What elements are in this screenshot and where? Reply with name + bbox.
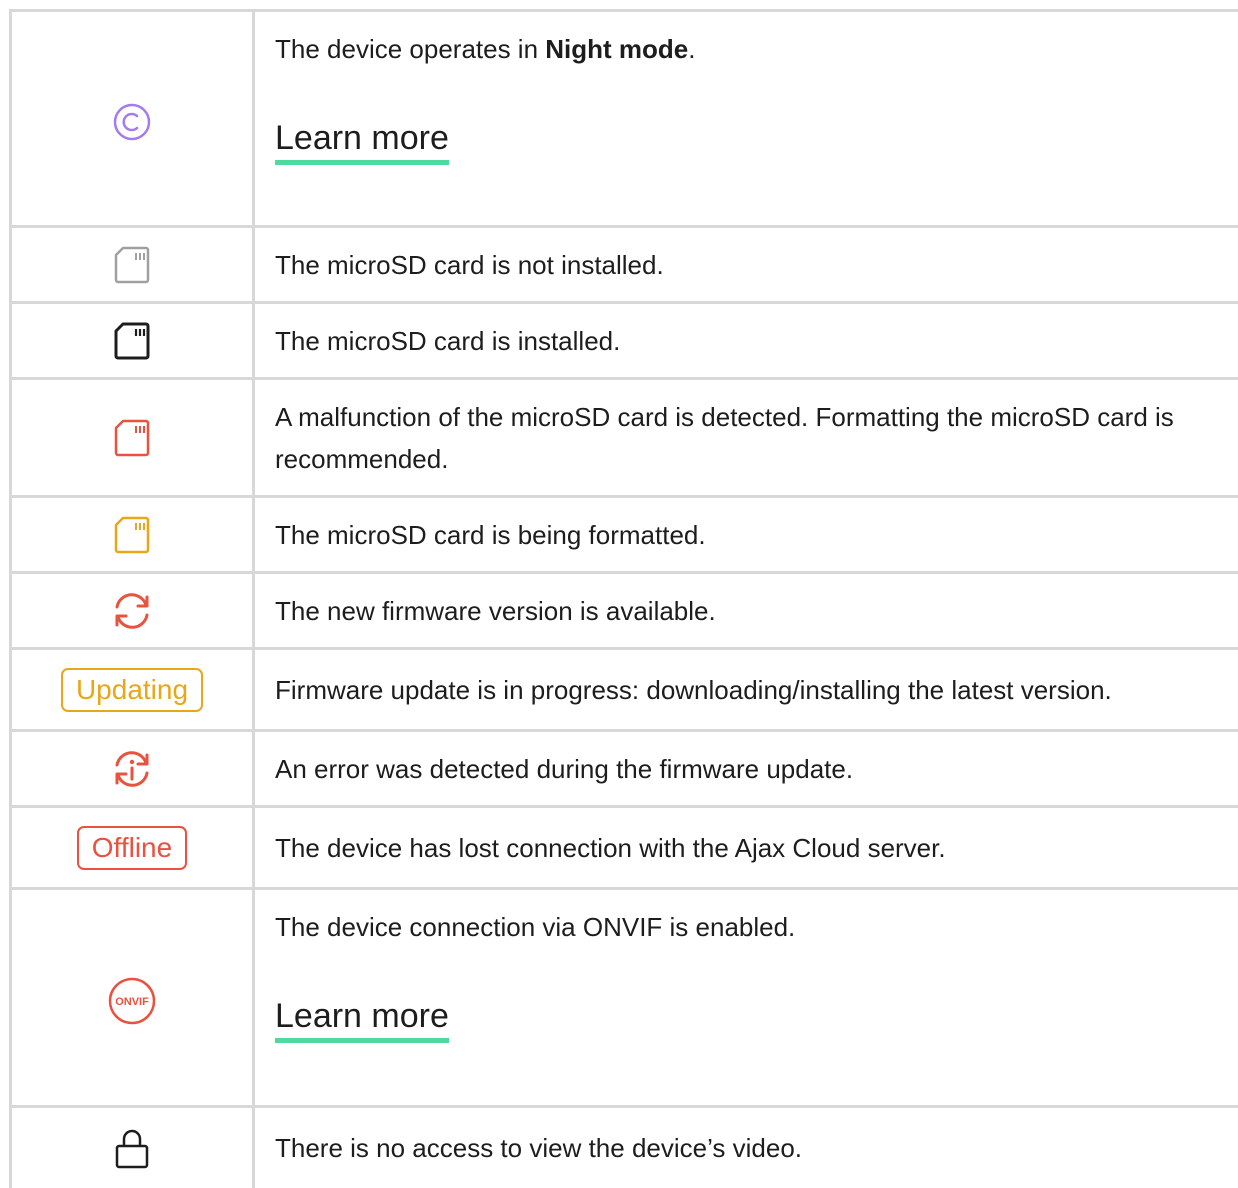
microsd-formatting-icon [112, 515, 152, 555]
description-cell: The new firmware version is available. [255, 574, 1238, 647]
description-cell: The microSD card is installed. [255, 304, 1238, 377]
learn-more-link[interactable]: Learn more [275, 118, 449, 165]
onvif-icon: ONVIF [107, 976, 157, 1026]
status-icons-table: The device operates in Night mode. Learn… [9, 9, 1238, 1188]
icon-cell [12, 732, 255, 805]
description-text: Firmware update is in progress: download… [275, 674, 1112, 705]
table-row: There is no access to view the device’s … [9, 1108, 1238, 1188]
firmware-error-icon [110, 747, 154, 791]
icon-cell [12, 304, 255, 377]
table-row: An error was detected during the firmwar… [9, 732, 1238, 808]
lock-icon [112, 1126, 152, 1170]
learn-more-link[interactable]: Learn more [275, 996, 449, 1043]
icon-cell [12, 12, 255, 225]
table-row: Offline The device has lost connection w… [9, 808, 1238, 890]
description-cell: A malfunction of the microSD card is det… [255, 380, 1238, 495]
icon-cell: Offline [12, 808, 255, 887]
description-cell: The microSD card is not installed. [255, 228, 1238, 301]
icon-cell [12, 228, 255, 301]
microsd-not-installed-icon [112, 245, 152, 285]
table-row: ONVIF The device connection via ONVIF is… [9, 890, 1238, 1108]
microsd-malfunction-icon [112, 418, 152, 458]
description-text: There is no access to view the device’s … [275, 1133, 803, 1163]
icon-cell [12, 380, 255, 495]
description-cell: Firmware update is in progress: download… [255, 650, 1238, 729]
description-cell: The microSD card is being formatted. [255, 498, 1238, 571]
icon-cell: ONVIF [12, 890, 255, 1105]
description-cell: The device operates in Night mode. Learn… [255, 12, 1238, 225]
description-text: The device operates in Night mode. [275, 34, 696, 64]
microsd-installed-icon [112, 321, 152, 361]
icon-cell [12, 574, 255, 647]
description-cell: There is no access to view the device’s … [255, 1108, 1238, 1188]
table-row: The microSD card is being formatted. [9, 498, 1238, 574]
offline-badge: Offline [76, 825, 188, 870]
description-text: A malfunction of the microSD card is det… [275, 401, 1174, 474]
description-cell: The device has lost connection with the … [255, 808, 1238, 887]
table-row: The device operates in Night mode. Learn… [9, 12, 1238, 228]
description-text: The device connection via ONVIF is enabl… [275, 912, 796, 942]
description-text: The device has lost connection with the … [275, 832, 946, 863]
updating-badge: Updating [60, 667, 204, 712]
icon-cell: Updating [12, 650, 255, 729]
description-cell: An error was detected during the firmwar… [255, 732, 1238, 805]
description-text: An error was detected during the firmwar… [275, 753, 854, 784]
description-text: The microSD card is being formatted. [275, 519, 706, 550]
table-row: Updating Firmware update is in progress:… [9, 650, 1238, 732]
table-row: The new firmware version is available. [9, 574, 1238, 650]
description-text: The new firmware version is available. [275, 595, 716, 626]
onvif-icon-label: ONVIF [115, 996, 149, 1008]
icon-cell [12, 1108, 255, 1188]
table-row: The microSD card is not installed. [9, 228, 1238, 304]
description-cell: The device connection via ONVIF is enabl… [255, 890, 1238, 1105]
icon-cell [12, 498, 255, 571]
table-row: The microSD card is installed. [9, 304, 1238, 380]
table-row: A malfunction of the microSD card is det… [9, 380, 1238, 498]
description-text: The microSD card is installed. [275, 325, 621, 356]
night-mode-icon [112, 102, 152, 142]
description-text: The microSD card is not installed. [275, 249, 664, 280]
firmware-available-icon [110, 589, 154, 633]
